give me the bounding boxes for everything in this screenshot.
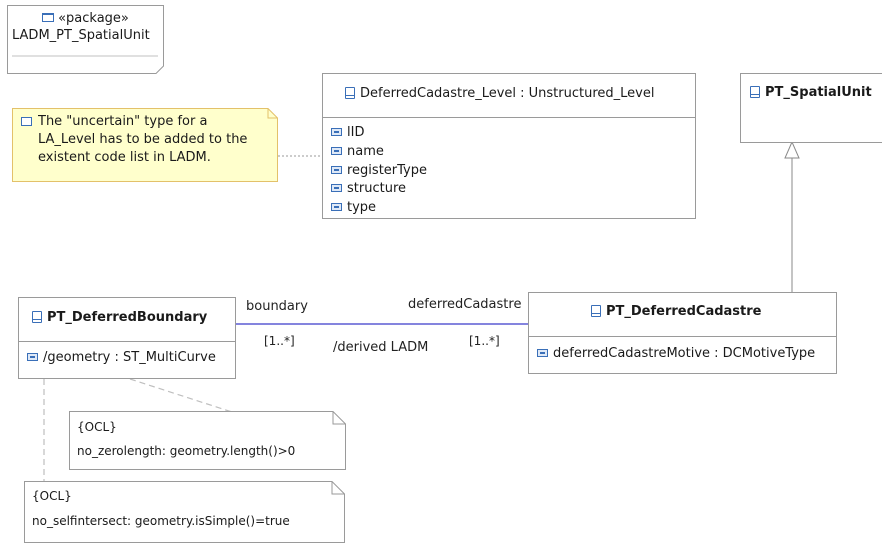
class-pt-deferredboundary[interactable]: PT_DeferredBoundary /geometry : ST_Multi… — [18, 297, 236, 379]
attribute-icon — [331, 184, 342, 192]
association-left-multiplicity: [1..*] — [264, 334, 295, 348]
attribute-icon — [331, 128, 342, 136]
folder-icon — [42, 13, 55, 22]
note-uncertain-line-1: The "uncertain" type for a — [38, 114, 208, 129]
attribute-type: type — [347, 200, 377, 215]
attribute-lid: lID — [347, 125, 365, 140]
attribute-icon — [331, 166, 342, 174]
attribute-icon — [537, 349, 548, 357]
ocl-zerolength-text: no_zerolength: geometry.length()>0 — [77, 444, 296, 458]
class-pt-deferredcadastre[interactable]: PT_DeferredCadastre deferredCadastreMoti… — [528, 292, 837, 374]
ocl-zero-anchor-line — [129, 378, 233, 413]
ocl-note-zerolength[interactable]: {OCL} no_zerolength: geometry.length()>0 — [69, 411, 346, 470]
ocl-tag: {OCL} — [32, 489, 72, 503]
ocl-note-selfintersect[interactable]: {OCL} no_selfintersect: geometry.isSimpl… — [24, 481, 345, 543]
ocl-tag: {OCL} — [77, 420, 117, 434]
association-right-multiplicity: [1..*] — [469, 334, 500, 348]
class-icon — [32, 311, 42, 323]
class-pt-spatialunit[interactable]: PT_SpatialUnit — [740, 73, 882, 143]
class-pt-deferredboundary-title: PT_DeferredBoundary — [47, 310, 208, 325]
note-uncertain-line-3: existent code list in LADM. — [38, 150, 211, 165]
class-icon — [591, 305, 601, 317]
package-stereotype: «package» — [58, 11, 129, 26]
package-name: LADM_PT_SpatialUnit — [12, 28, 150, 43]
attribute-icon — [27, 353, 38, 361]
class-icon — [750, 86, 760, 98]
association-right-role: deferredCadastre — [408, 297, 522, 312]
note-uncertain-line-2: LA_Level has to be added to the — [38, 132, 248, 147]
attribute-geometry: /geometry : ST_MultiCurve — [43, 350, 216, 365]
attribute-registertype: registerType — [347, 163, 427, 178]
attribute-name: name — [347, 144, 384, 159]
note-icon — [21, 117, 32, 126]
class-pt-spatialunit-title: PT_SpatialUnit — [765, 85, 872, 100]
class-deferred-level-title: DeferredCadastre_Level : Unstructured_Le… — [360, 86, 655, 101]
package-box[interactable]: «package» LADM_PT_SpatialUnit — [7, 5, 164, 74]
attribute-icon — [331, 203, 342, 211]
attribute-deferredcadastremotive: deferredCadastreMotive : DCMotiveType — [553, 346, 816, 361]
association-name: /derived LADM — [333, 340, 429, 355]
generalization-arrowhead — [784, 140, 800, 159]
ocl-selfintersect-text: no_selfintersect: geometry.isSimple()=tr… — [32, 514, 290, 528]
ocl-note-selfintersect-shape — [24, 481, 345, 543]
class-icon — [345, 87, 355, 99]
attribute-icon — [331, 147, 342, 155]
attribute-structure: structure — [347, 181, 406, 196]
note-uncertain[interactable]: The "uncertain" type for a LA_Level has … — [12, 108, 278, 182]
class-pt-deferredcadastre-title: PT_DeferredCadastre — [606, 304, 762, 319]
class-deferred-level[interactable]: DeferredCadastre_Level : Unstructured_Le… — [322, 73, 696, 219]
association-left-role: boundary — [246, 299, 308, 314]
